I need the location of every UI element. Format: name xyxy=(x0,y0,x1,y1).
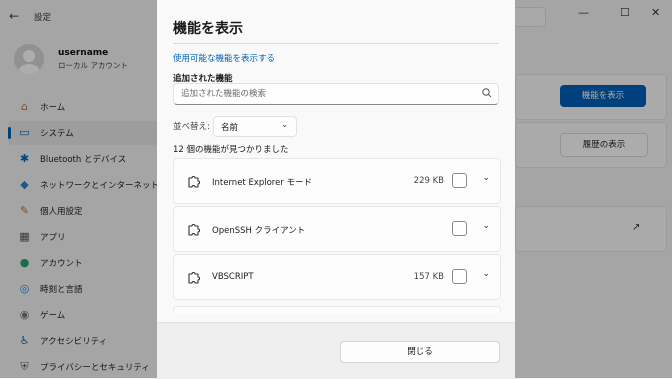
available-features-link[interactable]: 使用可能な機能を表示する xyxy=(173,52,275,64)
puzzle-icon xyxy=(188,224,200,236)
sort-label: 並べ替え: xyxy=(173,122,210,132)
view-features-dialog: 機能を表示 使用可能な機能を表示する 追加された機能 並べ替え: 名前 ⌄ 12… xyxy=(157,0,515,379)
list-item xyxy=(173,306,501,313)
puzzle-icon xyxy=(188,176,200,188)
feature-name: Internet Explorer モード xyxy=(212,178,313,188)
feature-size: 229 KB xyxy=(413,176,444,186)
puzzle-icon xyxy=(188,272,200,284)
feature-name: VBSCRIPT xyxy=(212,272,254,282)
feature-checkbox[interactable] xyxy=(452,221,467,236)
divider xyxy=(173,43,499,44)
feature-name: OpenSSH クライアント xyxy=(212,226,306,236)
feature-search-input[interactable] xyxy=(181,87,471,101)
chevron-down-icon: ⌄ xyxy=(281,120,288,129)
chevron-down-icon[interactable]: ⌄ xyxy=(482,269,490,279)
feature-row[interactable]: Internet Explorer モード 229 KB ⌄ xyxy=(173,158,501,204)
search-icon[interactable] xyxy=(481,87,493,99)
chevron-down-icon[interactable]: ⌄ xyxy=(482,221,490,231)
feature-search-box xyxy=(173,83,499,105)
feature-checkbox[interactable] xyxy=(452,269,467,284)
sort-dropdown[interactable]: 名前 ⌄ xyxy=(213,116,297,137)
chevron-down-icon[interactable]: ⌄ xyxy=(482,173,490,183)
feature-row[interactable]: VBSCRIPT 157 KB ⌄ xyxy=(173,254,501,300)
close-button[interactable]: 閉じる xyxy=(340,341,500,363)
feature-checkbox[interactable] xyxy=(452,173,467,188)
feature-count: 12 個の機能が見つかりました xyxy=(173,145,289,155)
dialog-footer: 閉じる xyxy=(157,322,515,379)
feature-size: 157 KB xyxy=(413,272,444,282)
sort-value: 名前 xyxy=(221,123,239,133)
dialog-title: 機能を表示 xyxy=(173,21,243,37)
feature-row[interactable]: OpenSSH クライアント ⌄ xyxy=(173,206,501,252)
